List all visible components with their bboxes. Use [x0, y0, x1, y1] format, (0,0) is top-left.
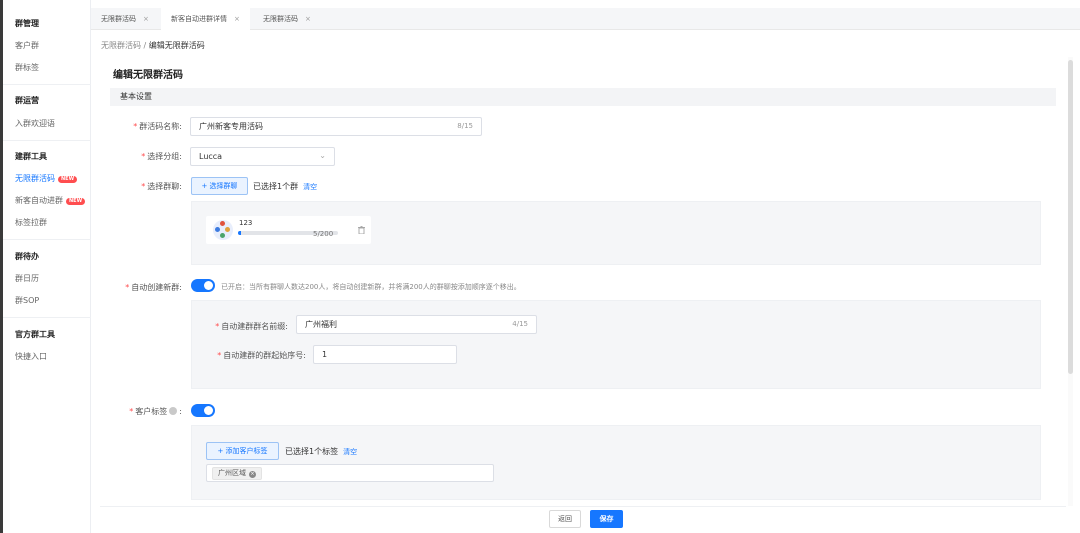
tags-label: * 客户标签:	[129, 407, 182, 416]
select-chat-button[interactable]: + 选择群聊	[191, 177, 248, 195]
start-number-label: * 自动建群的群起始序号:	[217, 351, 306, 360]
sidebar-item-shortcut[interactable]: 快捷入口	[15, 351, 47, 362]
name-label: * 群活码名称:	[133, 122, 182, 131]
chevron-down-icon: ⌄	[319, 151, 326, 160]
sidebar-item-label: 无限群活码	[15, 174, 55, 183]
sidebar-item-sop[interactable]: 群SOP	[15, 295, 39, 306]
new-badge: NEW	[66, 198, 86, 205]
tab-bar: 无限群活码 × 新客自动进群详情 × 无限群活码 ×	[91, 8, 1080, 30]
sidebar-item-unlimited-code[interactable]: 无限群活码 NEW	[15, 173, 78, 184]
sidebar-item-auto-join[interactable]: 新客自动进群 NEW	[15, 195, 86, 206]
sidebar-item-group-tags[interactable]: 群标签	[15, 62, 39, 73]
close-icon[interactable]: ×	[143, 15, 149, 23]
prefix-label: * 自动建群群名前缀:	[215, 322, 288, 331]
char-count: 4/15	[512, 320, 528, 328]
toggle-knob	[204, 406, 213, 415]
code-name-input[interactable]: 广州新客专用活码 8/15	[190, 117, 482, 136]
code-name-value: 广州新客专用活码	[199, 122, 263, 131]
breadcrumb-current: 编辑无限群活码	[148, 41, 205, 50]
breadcrumb-separator: /	[143, 41, 147, 50]
breadcrumb: 无限群活码 / 编辑无限群活码	[101, 40, 205, 51]
close-icon[interactable]: ×	[249, 471, 256, 478]
delete-icon[interactable]	[358, 226, 365, 235]
group-select[interactable]: Lucca ⌄	[190, 147, 335, 166]
scrollbar-thumb[interactable]	[1068, 60, 1073, 374]
toggle-knob	[204, 281, 213, 290]
close-icon[interactable]: ×	[305, 15, 311, 23]
divider	[3, 239, 91, 240]
sidebar-group-title: 官方群工具	[15, 330, 55, 339]
sidebar-group-title: 群待办	[15, 252, 39, 261]
add-tag-button[interactable]: + 添加客户标签	[206, 442, 279, 460]
auto-create-toggle[interactable]	[191, 279, 215, 292]
sidebar-group-title: 群管理	[15, 19, 39, 28]
section-header: 基本设置	[110, 88, 1056, 106]
group-label: * 选择分组:	[141, 152, 182, 161]
prefix-value: 广州福利	[305, 320, 337, 329]
member-count: 5/200	[313, 230, 334, 238]
footer-bar	[100, 506, 1066, 533]
prefix-input[interactable]: 广州福利 4/15	[296, 315, 537, 334]
member-progress-fill	[238, 231, 241, 235]
group-avatar	[213, 220, 233, 240]
page-title: 编辑无限群活码	[113, 70, 183, 81]
clear-tags-link[interactable]: 清空	[343, 448, 357, 456]
back-button[interactable]: 返回	[549, 510, 581, 528]
tags-selected-info: 已选择1个标签 清空	[285, 446, 357, 457]
chat-name: 123	[239, 219, 253, 227]
tab-auto-join-detail[interactable]: 新客自动进群详情 ×	[161, 8, 250, 30]
clear-chats-link[interactable]: 清空	[303, 183, 317, 191]
tags-toggle[interactable]	[191, 404, 215, 417]
tab-label: 无限群活码	[263, 15, 298, 23]
sidebar-item-customer-groups[interactable]: 客户群	[15, 40, 39, 51]
divider	[3, 317, 91, 318]
char-count: 8/15	[457, 122, 473, 130]
sidebar-item-label: 新客自动进群	[15, 196, 63, 205]
auto-create-label: * 自动创建新群:	[125, 283, 182, 292]
tag-chip-label: 广州区域	[218, 469, 246, 477]
start-number-value: 1	[322, 350, 328, 359]
sidebar-group-title: 建群工具	[15, 152, 47, 161]
sidebar: 群管理 客户群 群标签 群运营 入群欢迎语 建群工具 无限群活码 NEW 新客自动…	[3, 0, 91, 533]
tag-chip: 广州区域 ×	[212, 467, 262, 480]
chat-selected-info: 已选择1个群 清空	[253, 181, 317, 192]
chat-label: * 选择群聊:	[141, 182, 182, 191]
tab-label: 新客自动进群详情	[171, 15, 227, 23]
tab-unlimited-code[interactable]: 无限群活码 ×	[91, 8, 159, 30]
help-icon[interactable]	[169, 407, 178, 415]
selected-count-text: 已选择1个标签	[285, 447, 339, 456]
sidebar-item-welcome[interactable]: 入群欢迎语	[15, 118, 55, 129]
close-icon[interactable]: ×	[234, 15, 240, 23]
sidebar-item-tag-group[interactable]: 标签拉群	[15, 217, 47, 228]
auto-create-hint: 已开启：当所有群聊人数达200人，将自动创建新群，并将满200人的群聊按添加顺序…	[221, 283, 521, 291]
divider	[3, 84, 91, 85]
selected-count-text: 已选择1个群	[253, 182, 299, 191]
start-number-input[interactable]: 1	[313, 345, 457, 364]
sidebar-group-title: 群运营	[15, 96, 39, 105]
tab-label: 无限群活码	[101, 15, 136, 23]
group-select-value: Lucca	[199, 152, 223, 161]
sidebar-item-calendar[interactable]: 群日历	[15, 273, 39, 284]
new-badge: NEW	[58, 176, 78, 183]
save-button[interactable]: 保存	[590, 510, 623, 528]
tab-unlimited-code-2[interactable]: 无限群活码 ×	[253, 8, 321, 30]
divider	[3, 140, 91, 141]
breadcrumb-parent[interactable]: 无限群活码	[101, 41, 141, 50]
tags-box	[191, 425, 1041, 500]
